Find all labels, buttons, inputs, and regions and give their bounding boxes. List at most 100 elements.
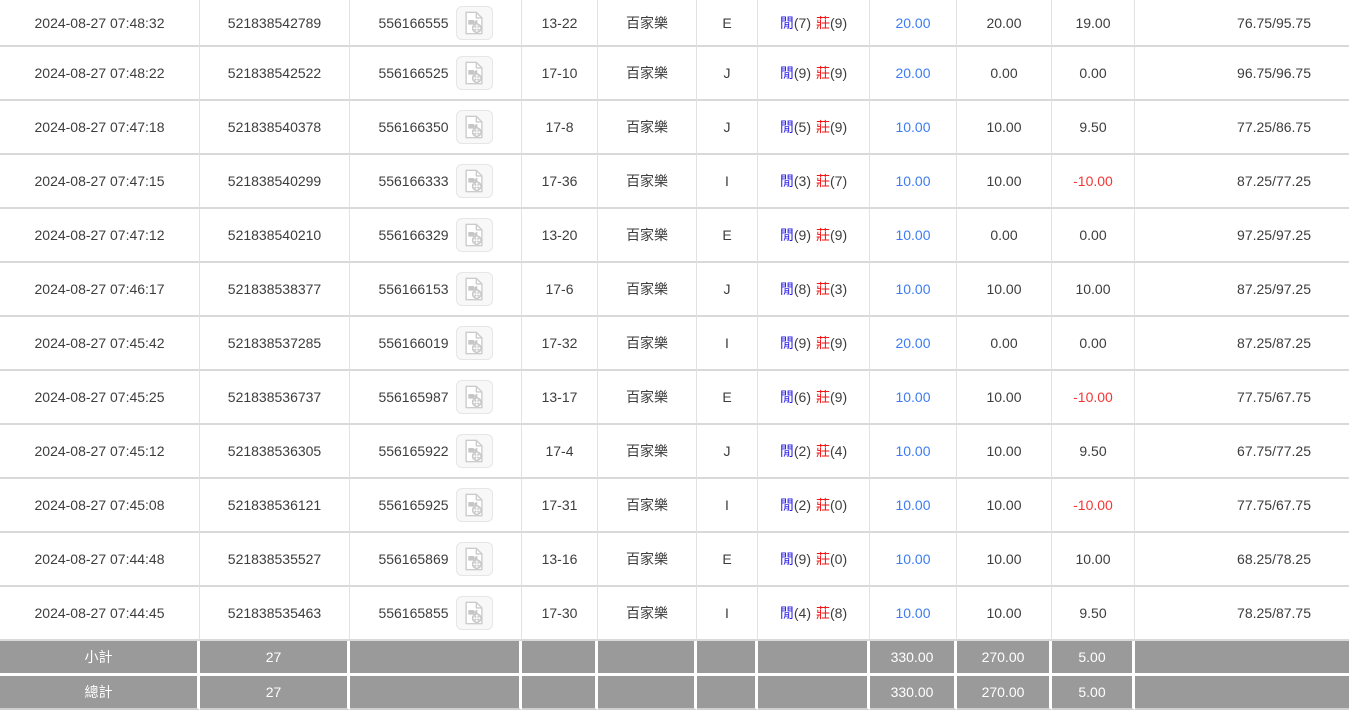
- bet-time: 2024-08-27 07:45:12: [0, 425, 200, 479]
- player-label: 閒: [780, 335, 794, 351]
- game-round-id: 556166555: [378, 15, 448, 31]
- game-round-id: 556165925: [378, 497, 448, 513]
- game-result: 閒(5)莊(9): [758, 101, 870, 155]
- bet-amount-link[interactable]: 10.00: [895, 227, 930, 243]
- total-empty-cell: [350, 676, 522, 710]
- video-replay-button[interactable]: [456, 488, 493, 522]
- bet-order-id: 521838535463: [200, 587, 350, 641]
- game-result: 閒(4)莊(8): [758, 587, 870, 641]
- game-round-id: 556165869: [378, 551, 448, 567]
- subtotal-empty-cell: [1135, 641, 1349, 676]
- balance-before-after: 76.75/95.75: [1135, 0, 1349, 47]
- win-loss-amount: -10.00: [1052, 479, 1135, 533]
- bet-time: 2024-08-27 07:45:42: [0, 317, 200, 371]
- bet-amount-cell: 20.00: [870, 0, 957, 47]
- subtotal-empty-cell: [350, 641, 522, 676]
- win-loss-amount: -10.00: [1052, 371, 1135, 425]
- bet-time: 2024-08-27 07:44:48: [0, 533, 200, 587]
- video-replay-button[interactable]: [456, 380, 493, 414]
- bet-time: 2024-08-27 07:44:45: [0, 587, 200, 641]
- game-type: 百家樂: [598, 47, 697, 101]
- valid-bet-amount: 10.00: [957, 479, 1052, 533]
- table-code: E: [697, 533, 758, 587]
- bet-amount-link[interactable]: 20.00: [895, 15, 930, 31]
- bet-amount-link[interactable]: 10.00: [895, 173, 930, 189]
- bet-amount-link[interactable]: 10.00: [895, 497, 930, 513]
- bet-amount-link[interactable]: 10.00: [895, 605, 930, 621]
- table-code: I: [697, 155, 758, 209]
- total-valid-amount: 270.00: [957, 676, 1052, 710]
- win-loss-amount: 10.00: [1052, 263, 1135, 317]
- subtotal-row: 小計 27 330.00 270.00 5.00: [0, 641, 1349, 676]
- video-replay-button[interactable]: [456, 596, 493, 630]
- video-replay-button[interactable]: [456, 6, 493, 40]
- valid-bet-amount: 0.00: [957, 317, 1052, 371]
- banker-score: (9): [830, 389, 847, 405]
- balance-before-after: 96.75/96.75: [1135, 47, 1349, 101]
- bet-amount-link[interactable]: 10.00: [895, 443, 930, 459]
- video-file-icon: [461, 438, 487, 464]
- bet-amount-cell: 10.00: [870, 155, 957, 209]
- game-id-cell: 556165869: [350, 533, 522, 587]
- game-round-id: 556166329: [378, 227, 448, 243]
- valid-bet-amount: 10.00: [957, 155, 1052, 209]
- bet-amount-link[interactable]: 10.00: [895, 119, 930, 135]
- bet-amount-link[interactable]: 20.00: [895, 65, 930, 81]
- player-label: 閒: [780, 281, 794, 297]
- player-label: 閒: [780, 443, 794, 459]
- video-file-icon: [461, 10, 487, 36]
- valid-bet-amount: 0.00: [957, 209, 1052, 263]
- subtotal-empty-cell: [522, 641, 598, 676]
- video-replay-button[interactable]: [456, 218, 493, 252]
- bet-amount-link[interactable]: 10.00: [895, 551, 930, 567]
- total-empty-cell: [1135, 676, 1349, 710]
- game-type: 百家樂: [598, 587, 697, 641]
- table-row: 2024-08-27 07:47:12521838540210556166329…: [0, 209, 1349, 263]
- total-bet-amount: 330.00: [870, 676, 957, 710]
- video-replay-button[interactable]: [456, 164, 493, 198]
- game-round-id: 556166333: [378, 173, 448, 189]
- bet-order-id: 521838538377: [200, 263, 350, 317]
- game-id-cell: 556166019: [350, 317, 522, 371]
- table-code: J: [697, 263, 758, 317]
- game-type: 百家樂: [598, 479, 697, 533]
- table-code: I: [697, 479, 758, 533]
- player-score: (9): [794, 335, 811, 351]
- bet-time: 2024-08-27 07:47:15: [0, 155, 200, 209]
- balance-before-after: 87.25/87.25: [1135, 317, 1349, 371]
- video-replay-button[interactable]: [456, 110, 493, 144]
- video-replay-button[interactable]: [456, 434, 493, 468]
- table-row: 2024-08-27 07:47:18521838540378556166350…: [0, 101, 1349, 155]
- game-round-id: 556166525: [378, 65, 448, 81]
- table-shoe-round: 17-31: [522, 479, 598, 533]
- balance-before-after: 77.25/86.75: [1135, 101, 1349, 155]
- video-replay-button[interactable]: [456, 272, 493, 306]
- game-type: 百家樂: [598, 0, 697, 47]
- bet-amount-link[interactable]: 10.00: [895, 281, 930, 297]
- game-id-group: 556165855: [378, 596, 492, 630]
- game-type: 百家樂: [598, 533, 697, 587]
- banker-score: (9): [830, 227, 847, 243]
- bet-time: 2024-08-27 07:46:17: [0, 263, 200, 317]
- video-replay-button[interactable]: [456, 56, 493, 90]
- valid-bet-amount: 0.00: [957, 47, 1052, 101]
- win-loss-amount: 9.50: [1052, 587, 1135, 641]
- video-file-icon: [461, 222, 487, 248]
- player-score: (2): [794, 443, 811, 459]
- bet-order-id: 521838536305: [200, 425, 350, 479]
- player-label: 閒: [780, 605, 794, 621]
- video-replay-button[interactable]: [456, 542, 493, 576]
- video-replay-button[interactable]: [456, 326, 493, 360]
- bet-amount-link[interactable]: 10.00: [895, 389, 930, 405]
- video-file-icon: [461, 546, 487, 572]
- banker-label: 莊: [816, 389, 830, 405]
- game-type: 百家樂: [598, 155, 697, 209]
- banker-label: 莊: [816, 497, 830, 513]
- game-result: 閒(2)莊(0): [758, 479, 870, 533]
- table-shoe-round: 17-32: [522, 317, 598, 371]
- balance-before-after: 87.25/97.25: [1135, 263, 1349, 317]
- win-loss-amount: 9.50: [1052, 425, 1135, 479]
- game-result: 閒(2)莊(4): [758, 425, 870, 479]
- bet-amount-link[interactable]: 20.00: [895, 335, 930, 351]
- table-shoe-round: 17-36: [522, 155, 598, 209]
